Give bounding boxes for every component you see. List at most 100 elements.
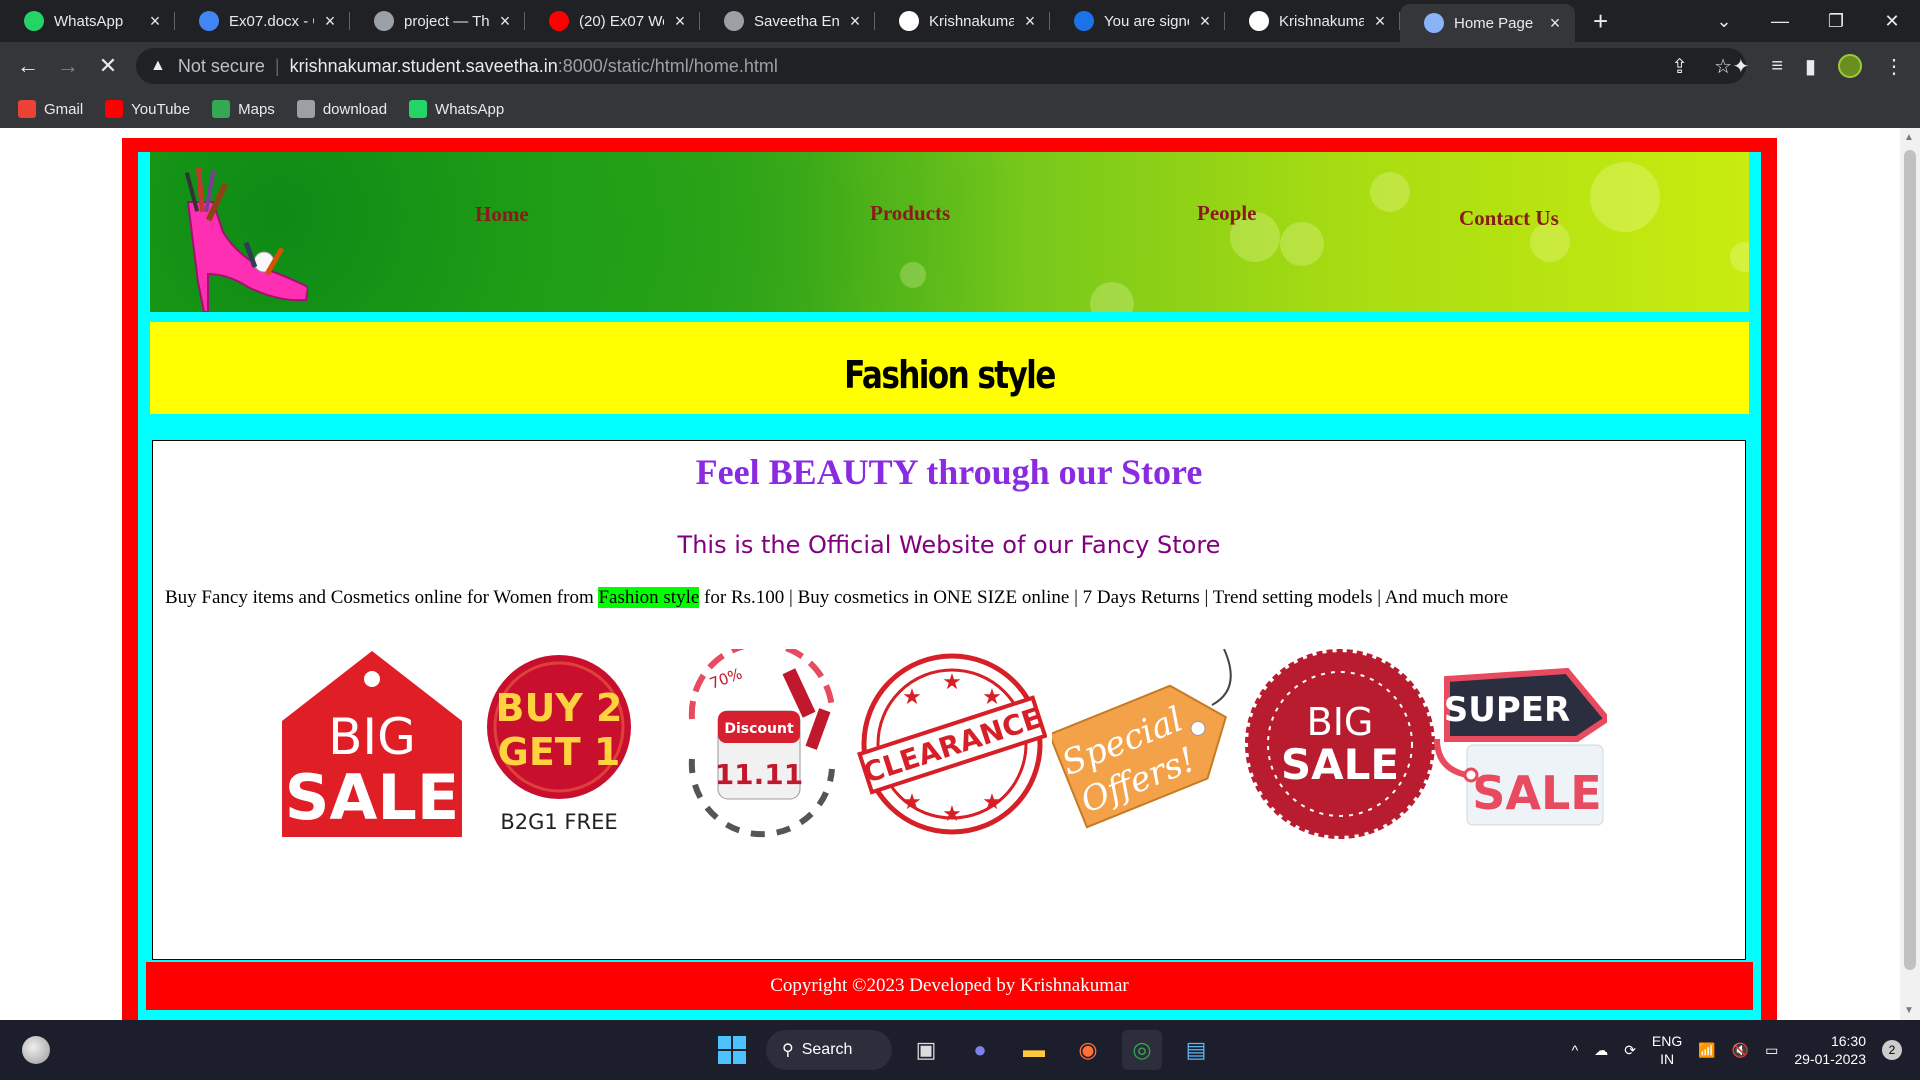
bookmark-item[interactable]: download <box>296 100 387 118</box>
browser-tab[interactable]: Ex07.docx - Go × <box>175 0 350 42</box>
bookmark-star-icon[interactable]: ☆ <box>1714 54 1732 79</box>
nav-contact-link[interactable]: Contact Us <box>1459 206 1559 231</box>
browser-tab[interactable]: project — The × <box>350 0 525 42</box>
browser-tab[interactable]: (20) Ex07 Web × <box>525 0 700 42</box>
page-viewport: Home Products People Contact Us Fashion … <box>0 128 1920 1020</box>
s-icon <box>1074 11 1094 31</box>
forward-button[interactable]: → <box>48 53 88 79</box>
address-bar[interactable]: ▲ Not secure | krishnakumar.student.save… <box>136 48 1746 84</box>
browser-tab[interactable]: Saveetha Engin × <box>700 0 875 42</box>
chrome-icon[interactable]: ◎ <box>1122 1030 1162 1070</box>
address-separator: | <box>274 55 280 76</box>
new-tab-button[interactable]: + <box>1593 6 1608 37</box>
tab-close-icon[interactable]: × <box>145 11 165 32</box>
globe-icon <box>296 100 315 118</box>
browser-tab[interactable]: Home Page × <box>1400 4 1575 42</box>
menu-kebab-icon[interactable]: ⋮ <box>1884 54 1904 79</box>
tab-search-icon[interactable]: ⌄ <box>1696 11 1752 32</box>
gmail-icon <box>18 100 36 118</box>
sub-heading: This is the Official Website of our Fanc… <box>677 531 1221 559</box>
taskbar-search[interactable]: ⚲ Search <box>766 1030 892 1070</box>
windows-start-icon[interactable] <box>712 1030 752 1070</box>
tab-close-icon[interactable]: × <box>1020 11 1040 32</box>
scrollbar-thumb[interactable] <box>1904 150 1916 970</box>
big-sale-tag-badge: BIG SALE <box>282 651 462 837</box>
tab-title: You are signed <box>1104 12 1189 30</box>
special-offers-tag-badge: Special Offers! <box>1052 649 1232 829</box>
page-scrollbar[interactable]: ▲ ▼ <box>1900 128 1920 1020</box>
battery-icon[interactable]: ▭ <box>1765 1042 1778 1059</box>
bookmark-label: Maps <box>238 100 275 118</box>
close-window-button[interactable]: ✕ <box>1864 11 1920 32</box>
clock[interactable]: 16:30 29-01-2023 <box>1794 1032 1866 1068</box>
taskbar-search-label: Search <box>801 1041 853 1058</box>
media-control-icon[interactable]: ≡ <box>1771 55 1783 78</box>
bookmark-label: WhatsApp <box>435 100 505 118</box>
bookmark-item[interactable]: YouTube <box>105 100 190 118</box>
side-panel-icon[interactable]: ▮ <box>1805 54 1816 79</box>
tab-close-icon[interactable]: × <box>670 11 690 32</box>
bookmark-item[interactable]: Maps <box>212 100 275 118</box>
globe-icon <box>374 11 394 31</box>
scroll-up-icon[interactable]: ▲ <box>1904 132 1914 143</box>
weather-widget-icon[interactable] <box>22 1036 50 1064</box>
firefox-icon[interactable]: ◉ <box>1068 1030 1108 1070</box>
minimize-button[interactable]: — <box>1752 11 1808 32</box>
browser-tab[interactable]: You are signed × <box>1050 0 1225 42</box>
browser-tab[interactable]: WhatsApp × <box>0 0 175 42</box>
profile-avatar[interactable] <box>1838 54 1862 78</box>
nav-home-link[interactable]: Home <box>475 202 529 227</box>
bookmark-item[interactable]: WhatsApp <box>409 100 504 118</box>
nav-products-link[interactable]: Products <box>870 201 950 226</box>
chevron-up-icon[interactable]: ^ <box>1572 1042 1579 1058</box>
browser-tab[interactable]: Krishnakumar × <box>1225 0 1400 42</box>
github-icon <box>1249 11 1269 31</box>
teams-chat-icon[interactable]: ● <box>960 1030 1000 1070</box>
buy2-text: BUY 2 <box>495 686 622 730</box>
stop-loading-button[interactable]: ✕ <box>88 53 128 79</box>
security-label[interactable]: Not secure <box>178 56 265 77</box>
sync-icon[interactable]: ⟳ <box>1624 1042 1636 1059</box>
notification-badge[interactable]: 2 <box>1882 1040 1902 1060</box>
language-indicator[interactable]: ENG IN <box>1652 1032 1682 1068</box>
tab-close-icon[interactable]: × <box>495 11 515 32</box>
task-view-icon[interactable]: ▣ <box>906 1030 946 1070</box>
tab-close-icon[interactable]: × <box>320 11 340 32</box>
tab-title: Home Page <box>1454 14 1534 32</box>
clock-time: 16:30 <box>1830 1033 1866 1049</box>
description-text: Buy Fancy items and Cosmetics online for… <box>165 587 1735 609</box>
big-sale-seal-line2: SALE <box>1281 740 1399 789</box>
lang-top: ENG <box>1651 1033 1683 1049</box>
share-icon[interactable]: ⇪ <box>1671 54 1688 79</box>
window-controls: ⌄ — ❐ ✕ <box>1696 0 1920 42</box>
scroll-down-icon[interactable]: ▼ <box>1904 1005 1914 1016</box>
volume-muted-icon[interactable]: 🔇 <box>1732 1042 1749 1059</box>
browser-tab[interactable]: Krishnakumar × <box>875 0 1050 42</box>
tab-close-icon[interactable]: × <box>845 11 865 32</box>
extensions-icon[interactable]: ✦ <box>1733 54 1750 79</box>
wifi-icon[interactable]: 📶 <box>1698 1042 1715 1059</box>
super-text: SUPER <box>1444 690 1570 730</box>
notepad-icon[interactable]: ▤ <box>1176 1030 1216 1070</box>
tab-title: Saveetha Engin <box>754 12 839 30</box>
description-after: for Rs.100 | Buy cosmetics in ONE SIZE o… <box>699 587 1509 608</box>
tab-close-icon[interactable]: × <box>1195 11 1215 32</box>
onedrive-icon[interactable]: ☁ <box>1594 1042 1608 1059</box>
tab-strip: WhatsApp×Ex07.docx - Go×project — The×(2… <box>0 0 1920 42</box>
page-cyan-container: Home Products People Contact Us Fashion … <box>138 152 1761 1020</box>
svg-text:★: ★ <box>942 670 962 695</box>
tab-close-icon[interactable]: × <box>1545 13 1565 34</box>
tab-close-icon[interactable]: × <box>1370 11 1390 32</box>
bookmark-label: YouTube <box>131 100 191 118</box>
buy2get1-badge: BUY 2 GET 1 B2G1 FREE <box>487 655 631 834</box>
eleven-eleven-text: 11.11 <box>715 758 804 791</box>
file-explorer-icon[interactable]: ▬ <box>1014 1030 1054 1070</box>
svg-text:★: ★ <box>982 685 1002 710</box>
super-sale-text: SALE <box>1472 766 1601 820</box>
bookmark-item[interactable]: Gmail <box>18 100 83 118</box>
back-button[interactable]: ← <box>8 53 48 79</box>
nav-people-link[interactable]: People <box>1197 201 1256 226</box>
site-title: Fashion style <box>844 353 1056 397</box>
page-footer: Copyright ©2023 Developed by Krishnakuma… <box>146 962 1753 1010</box>
restore-button[interactable]: ❐ <box>1808 11 1864 32</box>
